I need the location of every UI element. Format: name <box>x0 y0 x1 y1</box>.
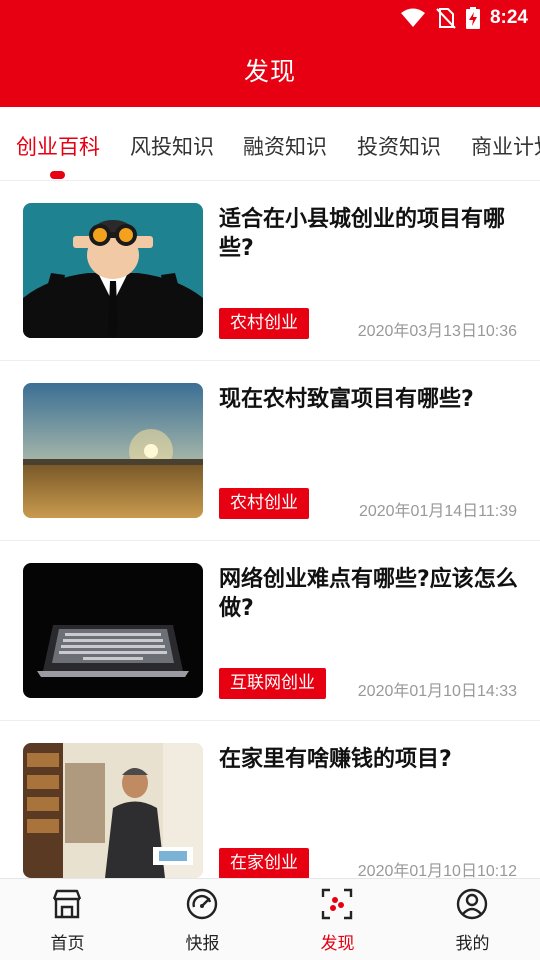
nav-label: 首页 <box>50 934 85 954</box>
no-sim-icon <box>436 8 456 29</box>
tab-investment[interactable]: 投资知识 <box>357 131 441 161</box>
page-title: 发现 <box>243 57 296 86</box>
scan-icon <box>321 888 353 920</box>
article-thumbnail <box>23 743 203 878</box>
nav-discover[interactable]: 发现 <box>270 879 405 960</box>
article-thumbnail <box>23 203 203 338</box>
article-thumbnail <box>23 563 203 698</box>
nav-label: 发现 <box>320 934 355 954</box>
article-item[interactable]: 网络创业难点有哪些?应该怎么做? 互联网创业 2020年01月10日14:33 <box>0 541 540 721</box>
active-tab-indicator <box>50 171 65 179</box>
status-bar: 8:24 <box>0 0 540 36</box>
nav-profile[interactable]: 我的 <box>405 879 540 960</box>
article-thumbnail <box>23 383 203 518</box>
article-item[interactable]: 在家里有啥赚钱的项目? 在家创业 2020年01月10日10:12 <box>0 721 540 901</box>
store-icon <box>52 889 82 919</box>
wifi-icon <box>400 8 425 27</box>
tab-financing[interactable]: 融资知识 <box>243 131 327 161</box>
category-tabs: 创业百科 风投知识 融资知识 投资知识 商业计划 <box>0 107 540 181</box>
article-title: 适合在小县城创业的项目有哪些? <box>219 207 506 261</box>
article-list: 适合在小县城创业的项目有哪些? 农村创业 2020年03月13日10:36 现在… <box>0 181 540 901</box>
article-tag: 在家创业 <box>219 848 309 879</box>
gauge-icon <box>186 888 218 920</box>
article-date: 2020年03月13日10:36 <box>357 323 517 340</box>
nav-label: 快报 <box>185 934 220 954</box>
article-tag: 互联网创业 <box>219 668 326 699</box>
article-title: 在家里有啥赚钱的项目? <box>219 747 452 772</box>
bottom-nav: 首页 快报 发现 我的 <box>0 878 540 960</box>
article-tag: 农村创业 <box>219 308 309 339</box>
article-date: 2020年01月10日14:33 <box>357 683 517 700</box>
tab-venture-capital[interactable]: 风投知识 <box>130 131 214 161</box>
nav-news[interactable]: 快报 <box>135 879 270 960</box>
article-tag: 农村创业 <box>219 488 309 519</box>
battery-charging-icon <box>465 7 480 29</box>
article-title: 网络创业难点有哪些?应该怎么做? <box>219 567 518 621</box>
nav-label: 我的 <box>455 934 490 954</box>
article-item[interactable]: 现在农村致富项目有哪些? 农村创业 2020年01月14日11:39 <box>0 361 540 541</box>
status-time: 8:24 <box>489 7 528 28</box>
user-icon <box>456 888 488 920</box>
tab-startup-encyclopedia[interactable]: 创业百科 <box>16 131 100 161</box>
status-icons: 8:24 <box>400 6 528 30</box>
app-screen: 8:24 发现 创业百科 风投知识 融资知识 投资知识 商业计划 <box>0 0 540 960</box>
nav-home[interactable]: 首页 <box>0 879 135 960</box>
header-bar: 8:24 发现 <box>0 0 540 107</box>
article-title: 现在农村致富项目有哪些? <box>219 387 474 412</box>
tab-business-plan[interactable]: 商业计划 <box>471 131 540 161</box>
article-date: 2020年01月14日11:39 <box>358 503 517 520</box>
article-item[interactable]: 适合在小县城创业的项目有哪些? 农村创业 2020年03月13日10:36 <box>0 181 540 361</box>
